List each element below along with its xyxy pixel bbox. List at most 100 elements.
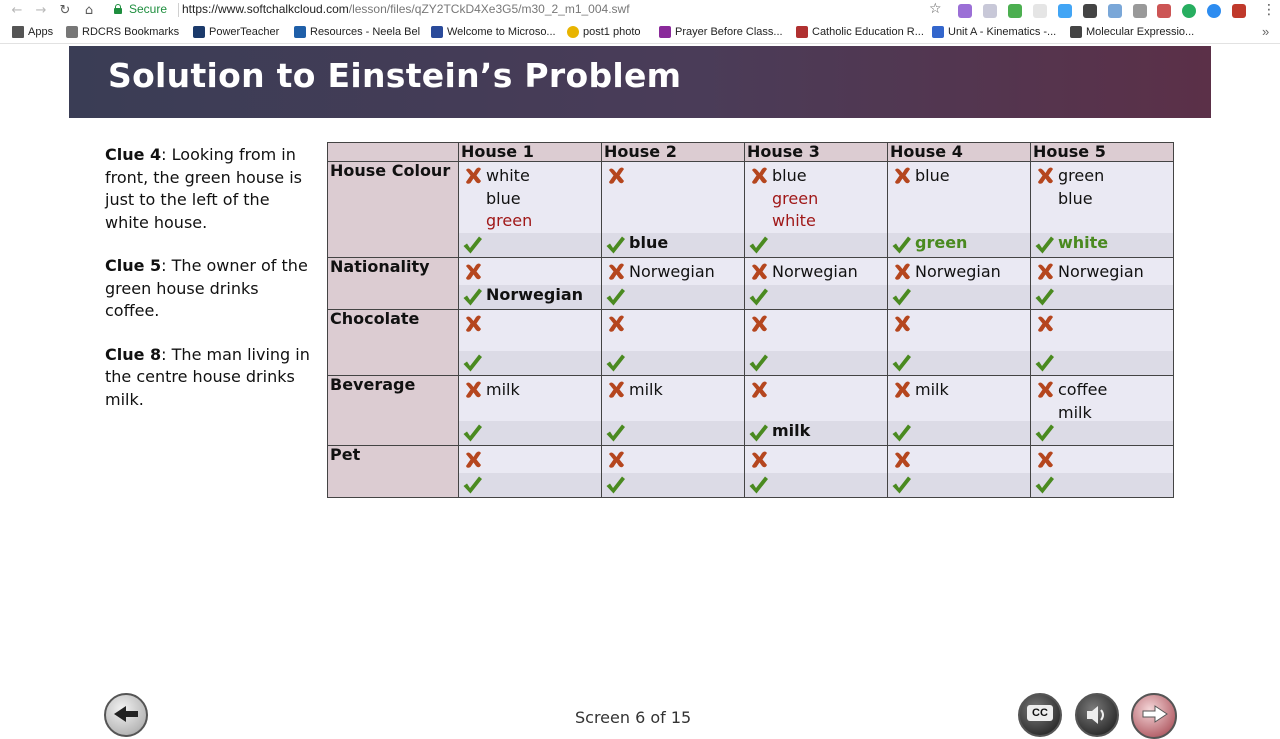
cell-house-2[interactable]: milk: [601, 375, 745, 446]
bookmarks-overflow-icon[interactable]: »: [1262, 24, 1269, 39]
cell-house-5[interactable]: [1030, 309, 1174, 376]
cell-house-2[interactable]: blue: [601, 161, 745, 258]
check-icon[interactable]: [462, 475, 483, 495]
check-icon[interactable]: [1034, 475, 1055, 495]
bookmark-prayer[interactable]: Prayer Before Class...: [659, 26, 783, 38]
cell-house-4[interactable]: milk: [887, 375, 1031, 446]
cell-house-3[interactable]: milk: [744, 375, 888, 446]
cell-house-1[interactable]: [458, 445, 602, 498]
check-icon[interactable]: [891, 235, 912, 255]
cross-icon[interactable]: [749, 261, 770, 282]
cross-icon[interactable]: [463, 379, 484, 400]
cross-icon[interactable]: [1035, 165, 1056, 186]
cell-house-5[interactable]: coffee milk: [1030, 375, 1174, 446]
extension-green-icon[interactable]: [1008, 4, 1022, 18]
cell-house-5[interactable]: Norwegian: [1030, 257, 1174, 310]
next-screen-button[interactable]: [1131, 693, 1177, 739]
cross-icon[interactable]: [892, 379, 913, 400]
check-icon[interactable]: [748, 353, 769, 373]
previous-screen-button[interactable]: [104, 693, 148, 737]
extension-box-icon[interactable]: [1083, 4, 1097, 18]
cell-house-2[interactable]: [601, 309, 745, 376]
check-icon[interactable]: [891, 423, 912, 443]
cross-icon[interactable]: [749, 165, 770, 186]
bookmark-star-icon[interactable]: ☆: [929, 1, 942, 17]
cast-icon[interactable]: [1133, 4, 1147, 18]
forward-arrow-icon[interactable]: →: [32, 2, 50, 20]
back-arrow-icon[interactable]: ←: [8, 2, 26, 20]
cell-house-1[interactable]: [458, 309, 602, 376]
cell-house-4[interactable]: [887, 309, 1031, 376]
check-icon[interactable]: [748, 423, 769, 443]
bookmark-microsoft[interactable]: Welcome to Microso...: [431, 26, 556, 38]
extension-grey-icon[interactable]: [1033, 4, 1047, 18]
extension-pdf-icon[interactable]: [1157, 4, 1171, 18]
bookmark-resources[interactable]: Resources - Neela Bel: [294, 26, 420, 38]
cross-icon[interactable]: [1035, 379, 1056, 400]
cross-icon[interactable]: [463, 261, 484, 282]
check-icon[interactable]: [605, 287, 626, 307]
check-icon[interactable]: [891, 475, 912, 495]
check-icon[interactable]: [891, 353, 912, 373]
check-icon[interactable]: [605, 475, 626, 495]
home-icon[interactable]: ⌂: [80, 2, 98, 20]
cell-house-1[interactable]: white blue green: [458, 161, 602, 258]
cell-house-3[interactable]: [744, 445, 888, 498]
bookmark-catholic-ed[interactable]: Catholic Education R...: [796, 26, 924, 38]
cell-house-3[interactable]: blue green white: [744, 161, 888, 258]
check-icon[interactable]: [605, 235, 626, 255]
cell-house-1[interactable]: milk: [458, 375, 602, 446]
cell-house-4[interactable]: blue green: [887, 161, 1031, 258]
cross-icon[interactable]: [463, 313, 484, 334]
reload-icon[interactable]: ↻: [56, 2, 74, 20]
cross-icon[interactable]: [892, 165, 913, 186]
cell-house-2[interactable]: Norwegian: [601, 257, 745, 310]
bookmark-molecular[interactable]: Molecular Expressio...: [1070, 26, 1194, 38]
cell-house-2[interactable]: [601, 445, 745, 498]
url-text[interactable]: https://www.softchalkcloud.com/lesson/fi…: [182, 2, 630, 16]
check-icon[interactable]: [605, 353, 626, 373]
cross-icon[interactable]: [606, 379, 627, 400]
grammarly-icon[interactable]: [1182, 4, 1196, 18]
check-icon[interactable]: [891, 287, 912, 307]
bookmark-kinematics[interactable]: Unit A - Kinematics -...: [932, 26, 1056, 38]
audio-button[interactable]: [1075, 693, 1119, 737]
extension-sync-icon[interactable]: [1108, 4, 1122, 18]
closed-captions-button[interactable]: CC: [1018, 693, 1062, 737]
bookmark-apps[interactable]: Apps: [12, 26, 53, 38]
cross-icon[interactable]: [606, 165, 627, 186]
cell-house-4[interactable]: [887, 445, 1031, 498]
check-icon[interactable]: [462, 287, 483, 307]
extension-diamond-icon[interactable]: [1058, 4, 1072, 18]
cell-house-3[interactable]: Norwegian: [744, 257, 888, 310]
check-icon[interactable]: [1034, 235, 1055, 255]
browser-menu-icon[interactable]: ⋮: [1262, 2, 1276, 18]
extension-gear-icon[interactable]: [983, 4, 997, 18]
cross-icon[interactable]: [606, 261, 627, 282]
bookmark-powerteacher[interactable]: PowerTeacher: [193, 26, 279, 38]
cell-house-4[interactable]: Norwegian: [887, 257, 1031, 310]
address-bar[interactable]: Secure https://www.softchalkcloud.com/le…: [106, 0, 950, 22]
extension-purple-icon[interactable]: [958, 4, 972, 18]
bookmark-post1[interactable]: post1 photo: [567, 26, 641, 38]
cross-icon[interactable]: [749, 313, 770, 334]
check-icon[interactable]: [605, 423, 626, 443]
check-icon[interactable]: [1034, 423, 1055, 443]
cross-icon[interactable]: [892, 261, 913, 282]
cross-icon[interactable]: [1035, 449, 1056, 470]
cross-icon[interactable]: [606, 449, 627, 470]
check-icon[interactable]: [1034, 353, 1055, 373]
check-icon[interactable]: [1034, 287, 1055, 307]
check-icon[interactable]: [748, 475, 769, 495]
cross-icon[interactable]: [606, 313, 627, 334]
check-icon[interactable]: [748, 235, 769, 255]
cross-icon[interactable]: [1035, 261, 1056, 282]
bookmark-rdcrs[interactable]: RDCRS Bookmarks: [66, 26, 179, 38]
cross-icon[interactable]: [1035, 313, 1056, 334]
extension-blue-icon[interactable]: [1207, 4, 1221, 18]
cross-icon[interactable]: [749, 379, 770, 400]
cross-icon[interactable]: [749, 449, 770, 470]
cell-house-1[interactable]: Norwegian: [458, 257, 602, 310]
cross-icon[interactable]: [892, 449, 913, 470]
cell-house-3[interactable]: [744, 309, 888, 376]
